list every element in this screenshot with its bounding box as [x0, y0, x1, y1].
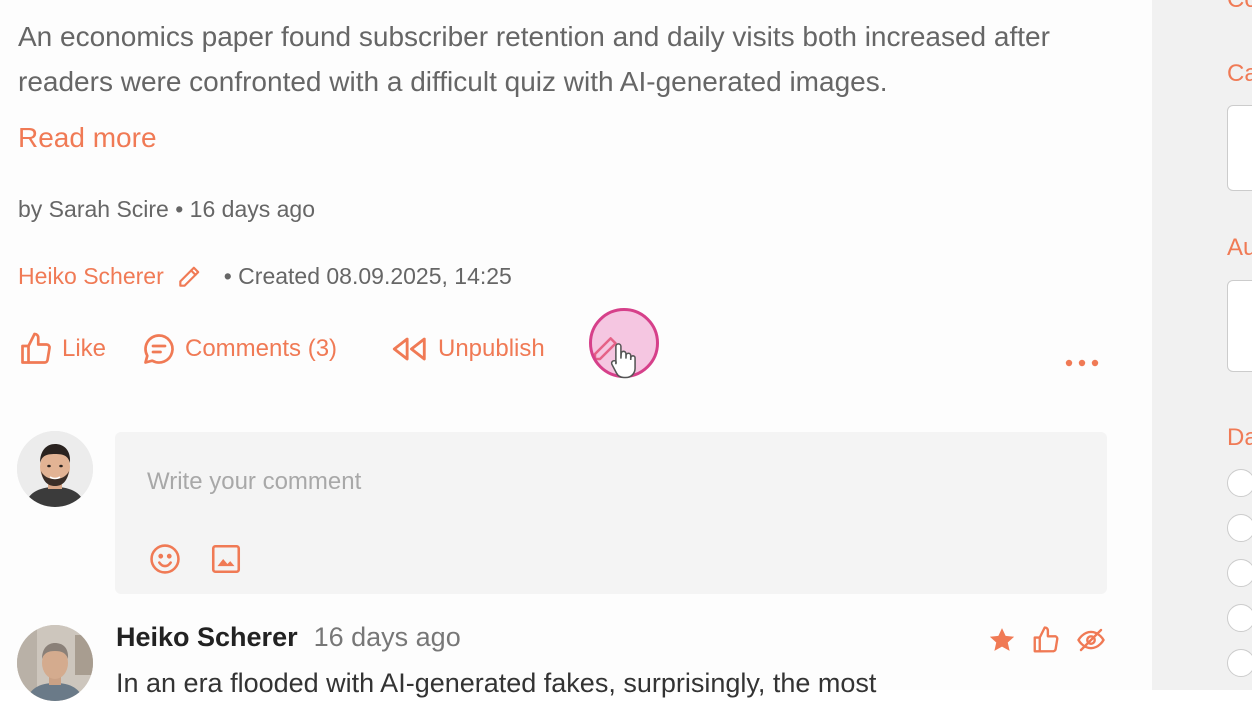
created-date: • Created 08.09.2025, 14:25 — [223, 263, 512, 289]
read-more-link[interactable]: Read more — [18, 122, 157, 154]
article-panel: An economics paper found subscriber rete… — [0, 0, 1152, 701]
comment-timestamp: 16 days ago — [313, 622, 461, 652]
date-radio-5[interactable] — [1227, 649, 1252, 677]
comment-actions — [987, 625, 1107, 655]
right-sidebar: Co Ca Au Da — [1152, 0, 1252, 690]
comment-input-placeholder: Write your comment — [147, 468, 362, 495]
thumbs-up-icon — [21, 332, 51, 364]
like-label: Like — [62, 335, 107, 362]
emoji-icon[interactable] — [148, 542, 182, 581]
pencil-icon[interactable] — [176, 264, 202, 290]
date-radio-1[interactable] — [1227, 469, 1252, 497]
comment-body: In an era flooded with AI-generated fake… — [116, 668, 877, 698]
editor-name-link[interactable]: Heiko Scherer — [18, 263, 164, 290]
unpublish-button[interactable]: Unpublish — [390, 330, 545, 368]
article-excerpt: An economics paper found subscriber rete… — [18, 21, 1050, 97]
more-dots-icon — [1065, 359, 1099, 367]
unpublish-label: Unpublish — [438, 335, 545, 362]
sidebar-label-co: Co — [1227, 0, 1252, 14]
sidebar-label-author: Au — [1227, 234, 1252, 261]
comments-label: Comments (3) — [185, 335, 338, 362]
comment-composer[interactable]: Write your comment — [115, 432, 1107, 594]
author-field[interactable] — [1227, 280, 1252, 372]
date-radio-3[interactable] — [1227, 559, 1252, 587]
sidebar-label-date: Da — [1227, 424, 1252, 451]
thumbs-up-icon[interactable] — [1031, 625, 1061, 655]
eye-off-icon[interactable] — [1075, 625, 1107, 655]
rewind-icon — [392, 337, 426, 361]
post-actions-bar: Like Comments (3) Unpublish — [18, 330, 1108, 370]
image-upload-icon[interactable] — [209, 542, 243, 581]
comment-author-name[interactable]: Heiko Scherer — [116, 622, 298, 653]
sidebar-label-category: Ca — [1227, 60, 1252, 87]
category-field[interactable] — [1227, 105, 1252, 191]
hand-cursor-icon — [610, 343, 636, 379]
current-user-avatar — [17, 431, 93, 507]
like-button[interactable]: Like — [18, 330, 106, 368]
comment-header: Heiko Scherer 16 days ago — [116, 622, 461, 653]
meta-line: Heiko Scherer • Created 08.09.2025, 14:2… — [18, 263, 512, 290]
date-radio-4[interactable] — [1227, 604, 1252, 632]
article-byline: by Sarah Scire • 16 days ago — [18, 196, 316, 222]
more-options-button[interactable] — [1064, 344, 1108, 382]
star-icon[interactable] — [987, 625, 1017, 655]
date-radio-2[interactable] — [1227, 514, 1252, 542]
comments-button[interactable]: Comments (3) — [141, 330, 337, 368]
comment-bubble-icon — [144, 334, 174, 364]
